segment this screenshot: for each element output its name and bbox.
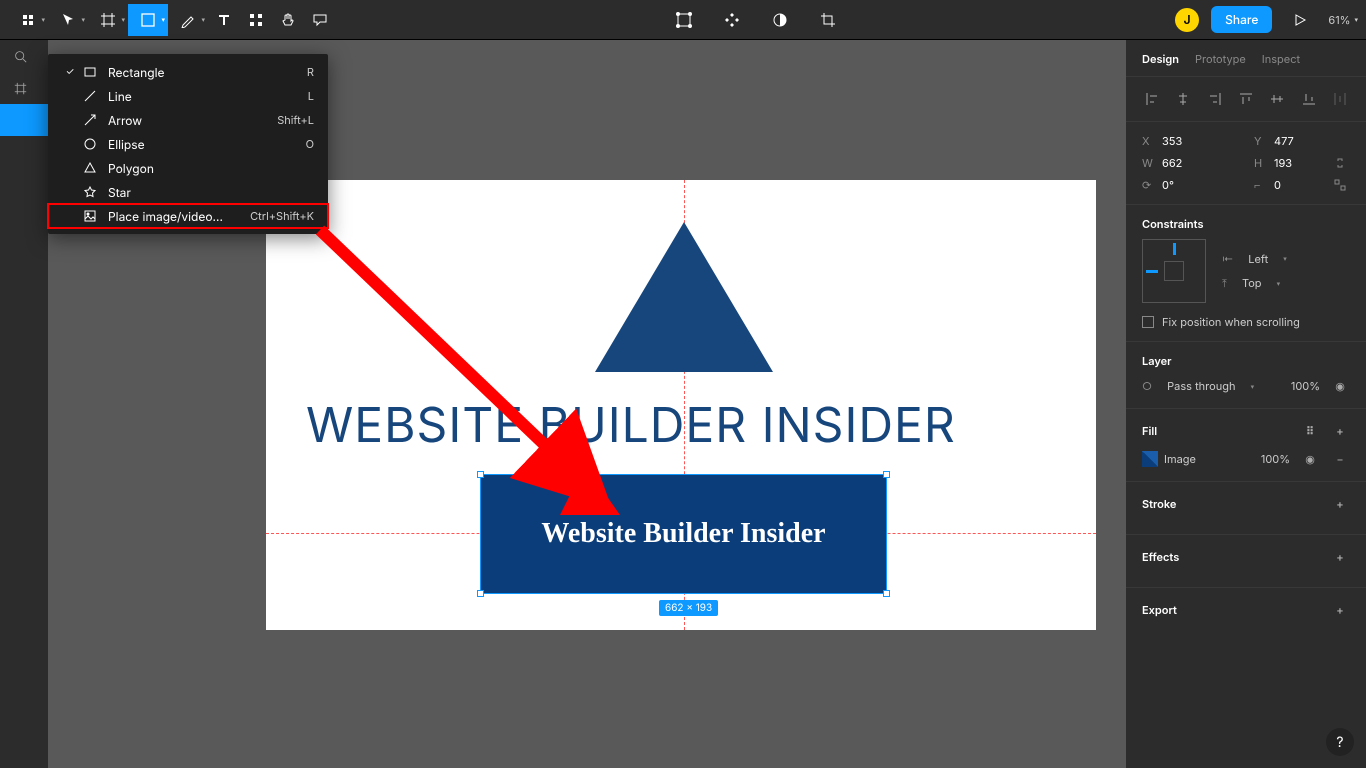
remove-fill-icon[interactable]: −	[1330, 449, 1350, 469]
constraints-section: Constraints ⇤ Left ▾ ⤒ Top ▾ Fix positio…	[1126, 205, 1366, 342]
align-row	[1126, 77, 1366, 122]
align-vcenter-icon[interactable]	[1266, 87, 1289, 111]
artboard[interactable]: WEBSITE BUILDER INSIDER Website Builder …	[266, 180, 1096, 630]
radius-value[interactable]: 0	[1274, 178, 1281, 192]
visibility-icon[interactable]: ◉	[1330, 376, 1350, 396]
pen-tool[interactable]: ▾	[168, 4, 208, 36]
dimension-label: 662 × 193	[659, 600, 718, 616]
rotation-value[interactable]: 0°	[1162, 178, 1174, 192]
layer-row-selected[interactable]	[0, 104, 48, 136]
independent-corners-icon[interactable]	[1330, 175, 1350, 195]
align-right-icon[interactable]	[1203, 87, 1226, 111]
resources-tool[interactable]	[240, 4, 272, 36]
text-tool[interactable]	[208, 4, 240, 36]
constraint-widget[interactable]	[1142, 239, 1206, 303]
export-section: Export+	[1126, 588, 1366, 640]
comment-tool[interactable]	[304, 4, 336, 36]
tab-design[interactable]: Design	[1142, 52, 1179, 66]
heading-text[interactable]: WEBSITE BUILDER INSIDER	[306, 395, 956, 454]
fill-visibility-icon[interactable]: ◉	[1300, 449, 1320, 469]
layer-section: Layer ○ Pass through ▾ 100% ◉	[1126, 342, 1366, 409]
frame-tool[interactable]: ▾	[88, 4, 128, 36]
shape-dropdown: ✓ Rectangle R Line L Arrow Shift+L Ellip…	[48, 54, 328, 234]
add-export-icon[interactable]: +	[1330, 600, 1350, 620]
dd-arrow[interactable]: Arrow Shift+L	[48, 108, 328, 132]
dd-place-image[interactable]: Place image/video... Ctrl+Shift+K	[48, 204, 328, 228]
add-fill-icon[interactable]: +	[1330, 421, 1350, 441]
fill-style-icon[interactable]: ⠿	[1300, 421, 1320, 441]
selected-rect-text: Website Builder Insider	[541, 518, 825, 550]
fill-section: Fill ⠿ + Image 100% ◉ −	[1126, 409, 1366, 482]
rotation-icon: ⟳	[1142, 178, 1156, 192]
constraint-v[interactable]: ⤒ Top ▾	[1222, 276, 1287, 291]
zoom-level[interactable]: 61%▾	[1328, 13, 1358, 27]
fix-position-check[interactable]: Fix position when scrolling	[1142, 315, 1350, 329]
w-value[interactable]: 662	[1162, 156, 1182, 170]
effects-section: Effects+	[1126, 535, 1366, 588]
triangle-shape[interactable]	[595, 222, 773, 372]
tab-prototype[interactable]: Prototype	[1195, 52, 1246, 66]
align-left-icon[interactable]	[1140, 87, 1163, 111]
shape-tool[interactable]: ▾	[128, 4, 168, 36]
align-hcenter-icon[interactable]	[1171, 87, 1194, 111]
dd-polygon[interactable]: Polygon	[48, 156, 328, 180]
hand-tool[interactable]	[272, 4, 304, 36]
fill-type[interactable]: Image	[1164, 452, 1196, 466]
add-effect-icon[interactable]: +	[1330, 547, 1350, 567]
menu-button[interactable]: ▾	[8, 4, 48, 36]
search-icon[interactable]	[0, 40, 48, 72]
help-button[interactable]: ?	[1326, 728, 1354, 756]
dd-rectangle[interactable]: ✓ Rectangle R	[48, 60, 328, 84]
layer-opacity[interactable]: 100%	[1291, 379, 1320, 393]
tab-inspect[interactable]: Inspect	[1262, 52, 1300, 66]
blend-mode[interactable]: ○ Pass through ▾	[1142, 379, 1291, 393]
move-tool[interactable]: ▾	[48, 4, 88, 36]
stroke-section: Stroke+	[1126, 482, 1366, 535]
add-stroke-icon[interactable]: +	[1330, 494, 1350, 514]
crop-icon[interactable]	[812, 4, 844, 36]
fill-swatch[interactable]	[1142, 451, 1158, 467]
dd-ellipse[interactable]: Ellipse O	[48, 132, 328, 156]
dd-line[interactable]: Line L	[48, 84, 328, 108]
transform-section: X353 Y477 W662 H193 ⟳0° ⌐0	[1126, 122, 1366, 205]
link-dims-icon[interactable]	[1330, 153, 1350, 173]
left-panel	[0, 40, 48, 768]
top-toolbar: ▾ ▾ ▾ ▾ ▾ J Share	[0, 0, 1366, 40]
selected-image-rect[interactable]: Website Builder Insider	[481, 475, 886, 593]
align-top-icon[interactable]	[1234, 87, 1257, 111]
share-button[interactable]: Share	[1211, 6, 1272, 33]
avatar[interactable]: J	[1175, 8, 1199, 32]
constraint-h[interactable]: ⇤ Left ▾	[1222, 252, 1287, 266]
y-value[interactable]: 477	[1274, 134, 1294, 148]
edit-object-icon[interactable]	[668, 4, 700, 36]
component-icon[interactable]	[716, 4, 748, 36]
check-icon: ✓	[62, 66, 78, 78]
page-row[interactable]	[0, 72, 48, 104]
right-panel: Design Prototype Inspect X353 Y477 W662 …	[1126, 40, 1366, 768]
dd-star[interactable]: Star	[48, 180, 328, 204]
h-value[interactable]: 193	[1274, 156, 1292, 170]
align-bottom-icon[interactable]	[1297, 87, 1320, 111]
x-value[interactable]: 353	[1162, 134, 1182, 148]
radius-icon: ⌐	[1254, 178, 1268, 192]
fill-opacity[interactable]: 100%	[1261, 452, 1290, 466]
present-button[interactable]	[1284, 4, 1316, 36]
mask-icon[interactable]	[764, 4, 796, 36]
distribute-icon[interactable]	[1329, 87, 1352, 111]
